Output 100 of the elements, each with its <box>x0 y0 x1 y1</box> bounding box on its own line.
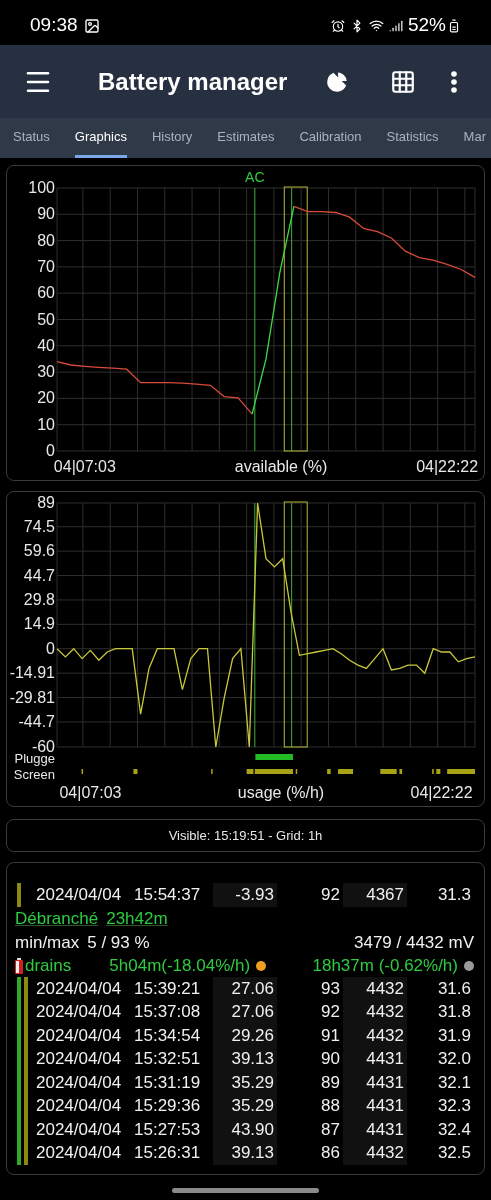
axis-label: 80 <box>37 231 55 249</box>
date-cell-text: 2024/04/04 <box>35 1024 123 1047</box>
time-cell-text: 15:37:08 <box>133 1001 202 1023</box>
percent-cell-text: 90 <box>320 1048 341 1070</box>
date-cell-text: 2024/04/04 <box>35 1001 123 1023</box>
minmax-label: min/max <box>15 931 80 954</box>
screen-off-drain: 18h37m (-0.62%/h) <box>312 954 458 977</box>
axis-label: 74.5 <box>23 517 55 535</box>
axis-label: 04|07:03 <box>53 458 116 475</box>
wifi-icon <box>368 18 384 33</box>
axis-label: -44.7 <box>18 712 55 730</box>
percent-cell-text: 86 <box>320 1142 341 1164</box>
rate-cell: 27.06 <box>213 1000 277 1024</box>
voltage-cell: 4431 <box>343 1047 407 1071</box>
temperature-cell-text: 32.3 <box>436 1095 472 1117</box>
axis-label: 59.6 <box>23 542 55 560</box>
rate-cell: 27.06 <box>213 976 277 1000</box>
temperature-cell-text: 32.4 <box>436 1118 472 1141</box>
axis-label: 100 <box>28 179 55 196</box>
event-duration: 23h42m <box>106 907 168 930</box>
voltage-cell: 4432 <box>343 1000 407 1024</box>
alarm-icon <box>330 18 345 33</box>
marker-label: AC <box>245 169 265 185</box>
percent-cell-text: 89 <box>320 1071 341 1094</box>
voltage-cell: 4432 <box>343 1023 407 1047</box>
temperature-cell-text: 32.5 <box>436 1142 472 1164</box>
axis-label: 04|22:22 <box>416 458 479 475</box>
temperature-cell-text: 31.6 <box>436 977 472 1000</box>
axis-label: 30 <box>37 363 55 381</box>
percent-cell-text: 91 <box>320 1024 341 1047</box>
tab[interactable]: Graphics <box>74 118 127 158</box>
date-cell-text: 2024/04/04 <box>35 1095 123 1117</box>
tab[interactable]: Statistics <box>386 118 439 158</box>
axis-label: -14.91 <box>9 664 55 682</box>
battery-icon <box>15 957 23 974</box>
temperature-cell-text: 32.0 <box>436 1048 472 1070</box>
percent-cell-text: 92 <box>320 884 341 906</box>
rate-cell: -3.93 <box>213 883 277 907</box>
voltage-cell: 4432 <box>343 976 407 1000</box>
temperature-cell-text: 31.8 <box>436 1001 472 1023</box>
voltage-range: 3479 / 4432 mV <box>353 931 475 954</box>
app-title: Battery manager <box>98 66 288 97</box>
screen-on-drain: 5h04m(-18.04%/h) <box>109 954 251 977</box>
rate-cell: 39.13 <box>213 1047 277 1071</box>
axis-label: 10 <box>37 415 55 433</box>
axis-label: 44.7 <box>23 566 55 584</box>
axis-label: 40 <box>37 336 55 354</box>
axis-label: 0 <box>46 639 55 657</box>
battery-icon <box>447 18 461 33</box>
tab[interactable]: Estimates <box>217 118 275 158</box>
date-cell-text: 2024/04/04 <box>35 1071 123 1094</box>
more-icon <box>451 70 457 93</box>
visible-range-text: Visible: 15:19:51 - Grid: 1h <box>168 826 323 845</box>
voltage-cell: 4431 <box>343 1117 407 1141</box>
time-cell-text: 15:54:37 <box>133 884 202 906</box>
axis-label: 20 <box>37 389 55 407</box>
voltage-cell: 4431 <box>343 1094 407 1118</box>
tab[interactable]: Status <box>13 118 50 158</box>
axis-label: -29.81 <box>9 688 55 706</box>
percent-cell-text: 92 <box>320 1001 341 1023</box>
event-label: Débranché <box>15 907 99 930</box>
tab[interactable]: Calibration <box>299 118 362 158</box>
axis-label: 89 <box>37 494 55 511</box>
time-cell-text: 15:26:31 <box>133 1142 202 1164</box>
axis-label: 50 <box>37 310 55 328</box>
axis-title: available (%) <box>234 458 328 475</box>
rate-cell: 43.90 <box>213 1117 277 1141</box>
date-cell-text: 2024/04/04 <box>35 977 123 1000</box>
plugged-bar <box>255 754 293 760</box>
time-cell-text: 15:29:36 <box>133 1095 202 1117</box>
time-cell-text: 15:39:21 <box>133 977 202 1000</box>
image-icon <box>83 17 100 34</box>
temperature-cell-text: 31.9 <box>436 1024 472 1047</box>
date-cell-text: 2024/04/04 <box>35 1118 123 1141</box>
percent-cell-text: 87 <box>320 1118 341 1141</box>
axis-label: 29.8 <box>23 590 55 608</box>
axis-label: 70 <box>37 257 55 275</box>
time-cell-text: 15:31:19 <box>133 1071 202 1094</box>
voltage-cell: 4431 <box>343 1070 407 1094</box>
percent-cell-text: 93 <box>320 977 341 1000</box>
axis-title: usage (%/h) <box>237 784 325 801</box>
temperature-cell-text: 32.1 <box>436 1071 472 1094</box>
tab[interactable]: Mar <box>463 118 486 158</box>
axis-label: 0 <box>46 442 55 459</box>
date-cell-text: 2024/04/04 <box>35 1142 123 1164</box>
time-cell-text: 15:27:53 <box>133 1118 202 1141</box>
track-label: Screen <box>13 767 55 782</box>
signal-icon <box>388 18 403 33</box>
time-cell-text: 15:32:51 <box>133 1048 202 1070</box>
axis-label: 60 <box>37 284 55 302</box>
rate-cell: 29.26 <box>213 1023 277 1047</box>
percent-range: 5 / 93 % <box>87 931 150 954</box>
clock: 09:38 <box>30 13 78 38</box>
date-cell-text: 2024/04/04 <box>35 884 123 906</box>
temperature-cell-text: 31.3 <box>436 884 472 906</box>
tab[interactable]: History <box>151 118 193 158</box>
rate-cell: 35.29 <box>213 1094 277 1118</box>
time-cell-text: 15:34:54 <box>133 1024 202 1047</box>
drains-label: drains <box>25 954 72 977</box>
voltage-cell: 4432 <box>343 1141 407 1165</box>
